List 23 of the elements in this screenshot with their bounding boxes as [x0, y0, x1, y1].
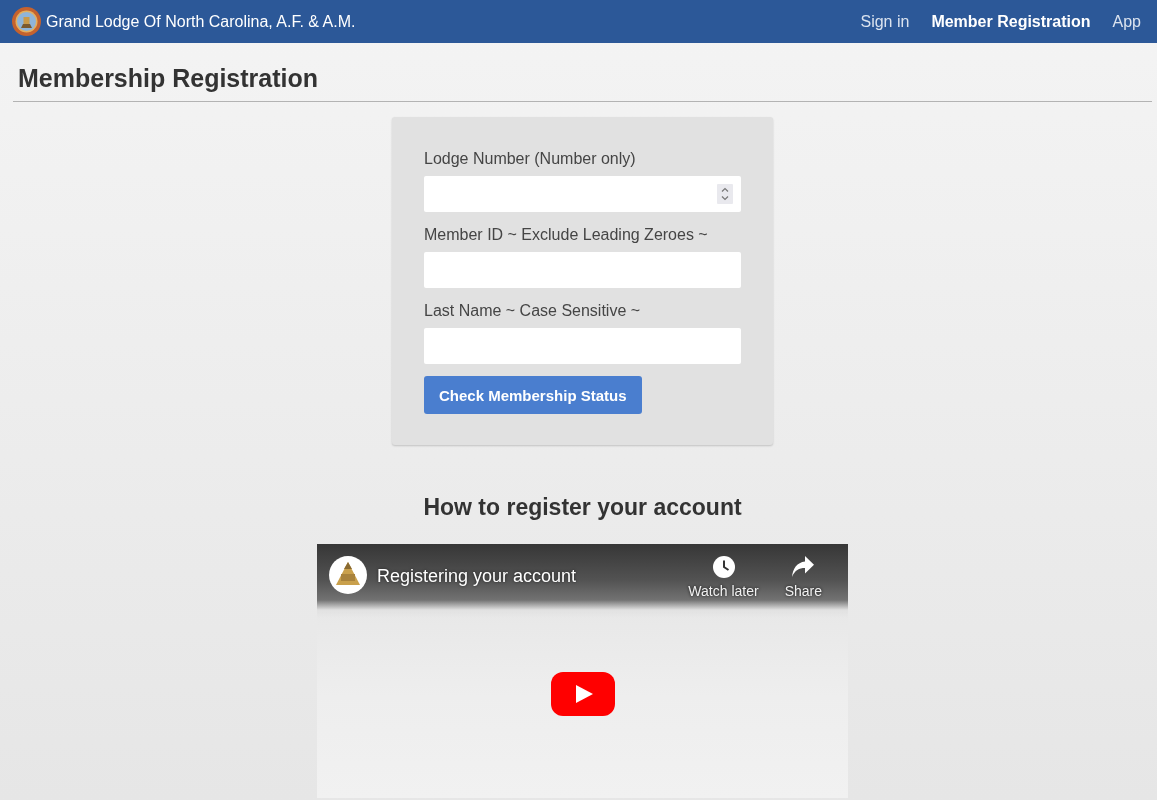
field-label: Lodge Number (Number only)	[424, 149, 636, 169]
input-field[interactable]	[424, 328, 741, 364]
number-field[interactable]	[424, 176, 741, 212]
input-field[interactable]	[424, 252, 741, 288]
watch-later-button[interactable]: Watch later	[688, 556, 759, 599]
section-heading: How to register your account	[423, 493, 742, 522]
play-icon[interactable]	[551, 672, 615, 716]
page-title: Membership Registration	[18, 63, 319, 93]
video-frame-placeholder[interactable]: Registering your account Watch later Share	[317, 544, 848, 798]
field-label: Member ID ~ Exclude Leading Zeroes ~	[424, 225, 708, 245]
nav-link[interactable]: Member Registration	[931, 12, 1091, 31]
clock-icon	[712, 556, 735, 578]
nav-link[interactable]: Sign in	[860, 12, 910, 31]
nav-link[interactable]: App	[1112, 12, 1141, 31]
pyramid-logo-icon[interactable]	[329, 556, 367, 594]
brand-link[interactable]: Grand Lodge Of North Carolina, A.F. & A.M.	[46, 12, 356, 31]
video-title[interactable]: Registering your account	[377, 565, 577, 587]
share-icon	[792, 556, 815, 578]
seal-logo-icon[interactable]	[12, 7, 41, 36]
share-button[interactable]: Share	[784, 556, 822, 599]
check-status-button[interactable]: Check Membership Status	[424, 376, 642, 414]
field-label: Last Name ~ Case Sensitive ~	[424, 301, 641, 321]
stepper-icon[interactable]	[717, 184, 733, 204]
